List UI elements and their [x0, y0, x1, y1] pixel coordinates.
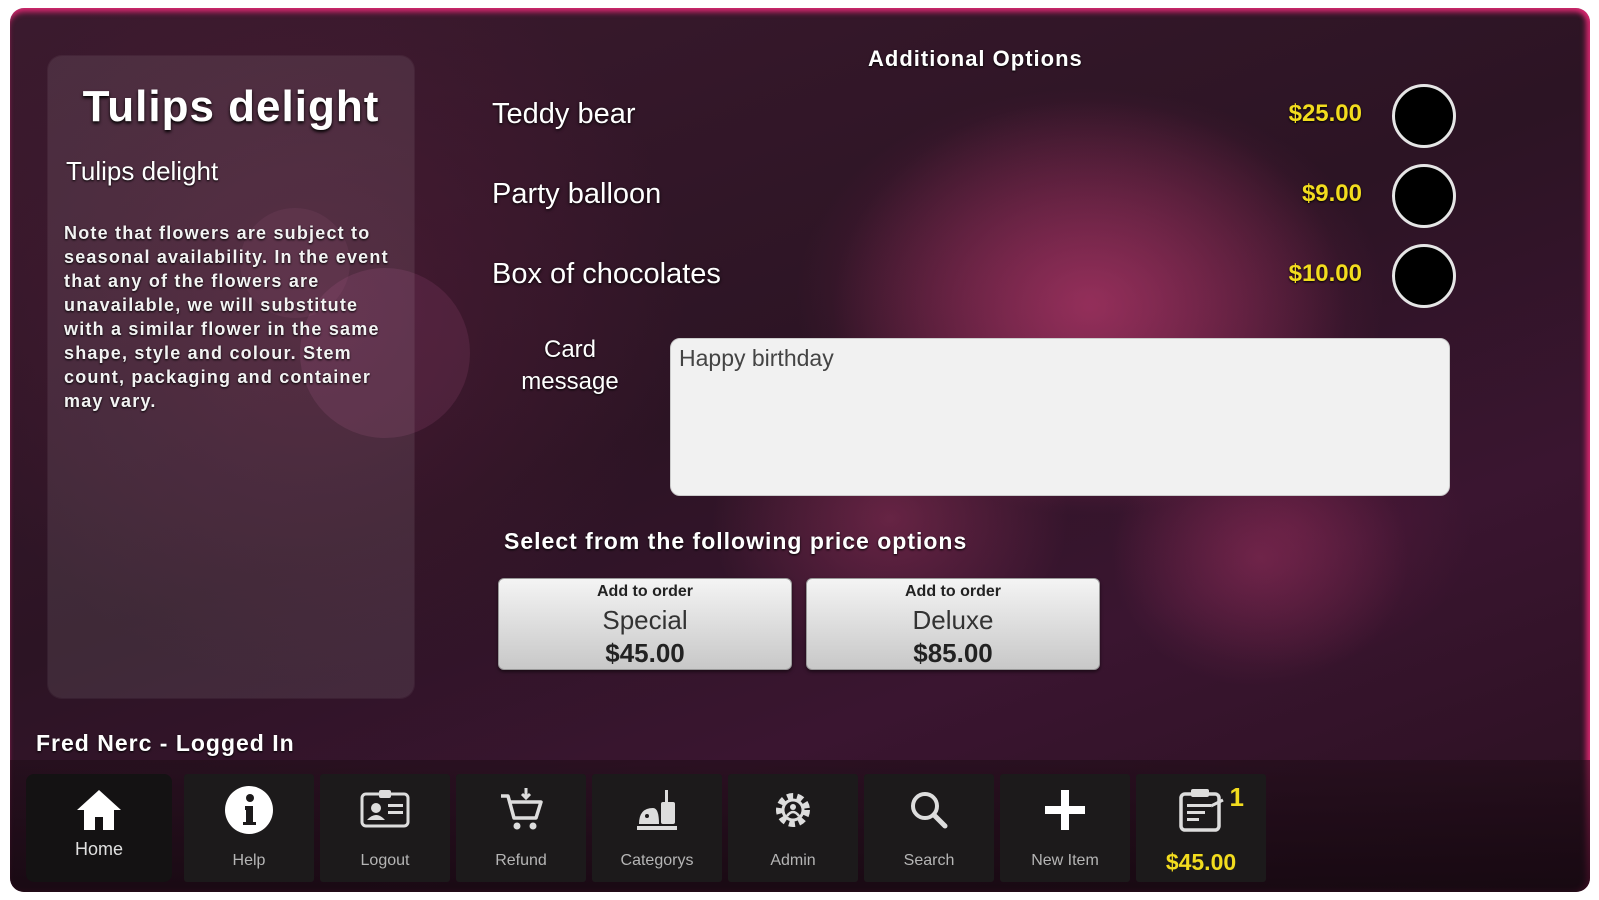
price-tier-label: Special [602, 605, 688, 635]
toolbar-admin-button[interactable]: Admin [728, 774, 858, 882]
toolbar-label: Search [903, 852, 955, 869]
cart-return-icon [456, 782, 586, 838]
toolbar-label: Help [232, 852, 266, 869]
toolbar-cart-button[interactable]: 1 $45.00 [1136, 774, 1266, 882]
categories-icon [592, 782, 722, 838]
box-of-chocolates-toggle[interactable] [1392, 244, 1456, 308]
option-row-teddy-bear: Teddy bear $25.00 [492, 84, 1472, 154]
toolbar-home-button[interactable]: Home [26, 774, 172, 882]
toolbar-label: Refund [495, 852, 547, 869]
price-options-prompt: Select from the following price options [504, 528, 968, 554]
home-icon [26, 782, 172, 838]
option-label: Box of chocolates [492, 258, 721, 290]
toolbar-label: Logout [360, 852, 410, 869]
option-price: $9.00 [1301, 180, 1362, 207]
toolbar-categorys-button[interactable]: Categorys [592, 774, 722, 882]
card-message-label: Card message [521, 336, 619, 395]
cart-item-count: 1 [1229, 782, 1244, 812]
gear-icon [728, 782, 858, 838]
toolbar-label: Categorys [620, 852, 694, 869]
card-message-input[interactable]: Happy birthday [670, 338, 1450, 496]
product-availability-note: Note that flowers are subject to seasona… [64, 223, 389, 411]
product-subtitle: Tulips delight [66, 156, 219, 186]
option-label: Teddy bear [492, 98, 636, 130]
option-row-box-of-chocolates: Box of chocolates $10.00 [492, 244, 1472, 314]
bottom-toolbar: Home Help Logout Refund Categorys Admin … [10, 760, 1590, 892]
toolbar-label: Home [74, 839, 123, 859]
add-special-button[interactable]: Add to order Special $45.00 [498, 578, 792, 670]
plus-icon [1000, 782, 1130, 838]
option-price: $10.00 [1288, 260, 1362, 287]
price-amount: $85.00 [913, 638, 993, 668]
option-label: Party balloon [492, 178, 662, 210]
user-login-status: Fred Nerc - Logged In [36, 730, 295, 756]
product-info-panel: Tulips delight Tulips delight Note that … [48, 56, 414, 698]
toolbar-search-button[interactable]: Search [864, 774, 994, 882]
toolbar-logout-button[interactable]: Logout [320, 774, 450, 882]
teddy-bear-toggle[interactable] [1392, 84, 1456, 148]
add-deluxe-button[interactable]: Add to order Deluxe $85.00 [806, 578, 1100, 670]
option-price: $25.00 [1288, 100, 1362, 127]
option-row-party-balloon: Party balloon $9.00 [492, 164, 1472, 234]
add-to-order-label: Add to order [597, 583, 693, 600]
toolbar-refund-button[interactable]: Refund [456, 774, 586, 882]
price-tier-label: Deluxe [912, 605, 994, 635]
price-amount: $45.00 [605, 638, 685, 668]
additional-options-heading: Additional Options [868, 46, 1083, 71]
id-card-icon [320, 782, 450, 838]
order-clipboard-icon [1136, 782, 1266, 838]
app-window: Tulips delight Tulips delight Note that … [10, 8, 1590, 892]
info-icon [184, 782, 314, 838]
toolbar-label: New Item [1031, 852, 1099, 869]
cart-total: $45.00 [1165, 849, 1237, 875]
toolbar-label: Admin [770, 852, 816, 869]
add-to-order-label: Add to order [905, 583, 1001, 600]
toolbar-new-item-button[interactable]: New Item [1000, 774, 1130, 882]
toolbar-help-button[interactable]: Help [184, 774, 314, 882]
search-icon [864, 782, 994, 838]
party-balloon-toggle[interactable] [1392, 164, 1456, 228]
product-title: Tulips delight [82, 82, 380, 131]
